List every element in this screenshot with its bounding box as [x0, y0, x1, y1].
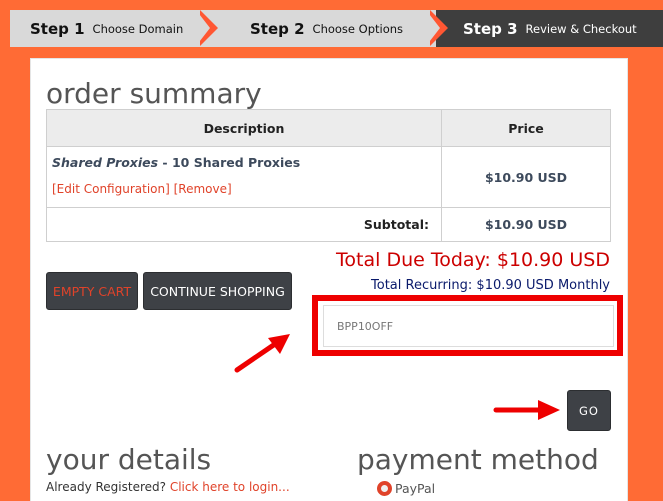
your-details-heading: your details	[46, 443, 212, 476]
product-name: 10 Shared Proxies	[171, 155, 301, 170]
step-2-number: Step 2	[250, 19, 305, 38]
promo-highlight-box	[312, 295, 623, 356]
subtotal-row: Subtotal: $10.90 USD	[46, 207, 611, 242]
subtotal-value: $10.90 USD	[441, 207, 611, 242]
empty-cart-button[interactable]: EMPTY CART	[46, 272, 138, 310]
cart-header-row: Description Price	[46, 109, 611, 147]
step-1-chevron-tip-icon	[196, 10, 210, 46]
step-3-label: Review & Checkout	[525, 21, 637, 36]
arrow-to-promo-icon	[234, 334, 290, 373]
product-group: Shared Proxies	[52, 155, 159, 170]
checkout-steps: Step 1 Choose Domain Step 2 Choose Optio…	[10, 10, 663, 47]
paypal-option[interactable]: PayPal	[377, 481, 435, 496]
order-summary-heading: order summary	[46, 77, 262, 110]
paypal-radio[interactable]	[377, 481, 392, 496]
remove-item-link[interactable]: [Remove]	[174, 182, 232, 196]
step-3-number: Step 3	[463, 19, 518, 38]
step-3[interactable]: Step 3 Review & Checkout	[436, 10, 663, 47]
step-1-number: Step 1	[30, 19, 85, 38]
total-recurring: Total Recurring: $10.90 USD Monthly	[371, 278, 610, 293]
step-2[interactable]: Step 2 Choose Options	[207, 10, 441, 47]
item-price: $10.90 USD	[441, 146, 611, 208]
total-due-today: Total Due Today: $10.90 USD	[336, 249, 610, 271]
apply-promo-go-button[interactable]: GO	[567, 390, 611, 431]
item-description-cell: Shared Proxies - 10 Shared Proxies [Edit…	[46, 146, 442, 208]
already-registered-label: Already Registered?	[46, 480, 166, 494]
subtotal-label: Subtotal:	[46, 207, 442, 242]
already-registered-text: Already Registered? Click here to login.…	[46, 480, 290, 494]
product-title: Shared Proxies - 10 Shared Proxies	[52, 155, 436, 170]
arrow-to-go-icon	[493, 400, 560, 420]
login-link[interactable]: Click here to login...	[170, 480, 290, 494]
price-column-header: Price	[441, 109, 611, 147]
cart-item-row: Shared Proxies - 10 Shared Proxies [Edit…	[46, 146, 611, 208]
checkout-card: order summary Description Price Shared P…	[30, 58, 628, 501]
payment-method-heading: payment method	[357, 443, 599, 476]
promo-code-input[interactable]	[323, 305, 614, 347]
item-links: [Edit Configuration] [Remove]	[52, 182, 436, 196]
continue-shopping-button[interactable]: CONTINUE SHOPPING	[143, 272, 292, 310]
step-2-label: Choose Options	[312, 21, 404, 36]
step-2-chevron-tip-icon	[426, 10, 440, 46]
description-column-header: Description	[46, 109, 442, 147]
step-1[interactable]: Step 1 Choose Domain	[10, 10, 207, 47]
product-separator: -	[158, 155, 172, 170]
cart-table: Description Price Shared Proxies - 10 Sh…	[46, 109, 611, 242]
step-1-label: Choose Domain	[92, 21, 184, 36]
paypal-label: PayPal	[395, 481, 436, 496]
edit-configuration-link[interactable]: [Edit Configuration]	[52, 182, 170, 196]
